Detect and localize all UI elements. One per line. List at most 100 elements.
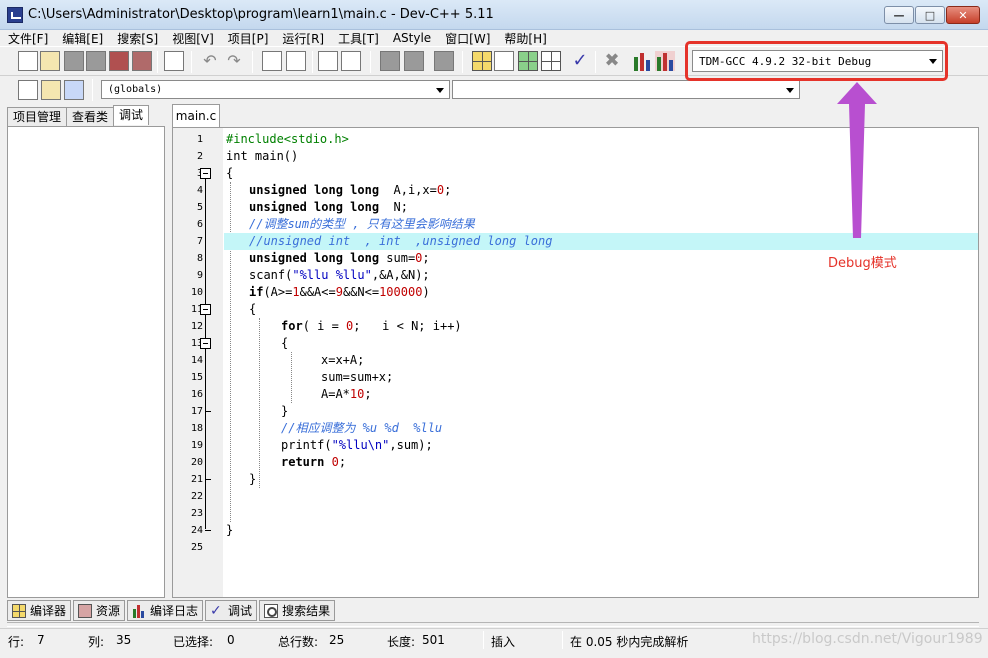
rebuild-icon[interactable] — [541, 51, 561, 71]
code-line: } — [224, 403, 978, 420]
tab-debug[interactable]: 调试 — [113, 105, 150, 125]
line-number: 19 — [190, 440, 203, 451]
open-file-icon[interactable] — [40, 51, 60, 71]
print-icon[interactable] — [164, 51, 184, 71]
line-number: 13 — [190, 338, 203, 349]
delete-profile-icon[interactable] — [655, 51, 675, 71]
profile-icon[interactable] — [632, 51, 652, 71]
minimize-button[interactable]: — — [884, 6, 914, 24]
code-token: ; i < N; i++) — [353, 319, 462, 333]
code-line: for( i = 0; i < N; i++) — [224, 318, 978, 335]
line-number: 1 — [196, 134, 203, 145]
forward-icon[interactable] — [404, 51, 424, 71]
code-token: 100000 — [379, 285, 423, 299]
code-line: unsigned long long A,i,x=0; — [224, 182, 978, 199]
save-all-icon[interactable] — [86, 51, 106, 71]
scope-select-value: (globals) — [108, 84, 163, 95]
code-string: "%llu\n" — [331, 438, 390, 452]
code-comment: //相应调整为 %u %d %llu — [281, 421, 443, 435]
tab-project-manager[interactable]: 项目管理 — [7, 107, 68, 126]
chevron-down-icon — [436, 88, 444, 93]
compile-icon[interactable] — [472, 51, 492, 71]
code-token: ; — [364, 387, 372, 401]
back-icon[interactable] — [380, 51, 400, 71]
app-icon — [7, 7, 23, 23]
menu-file[interactable]: 文件[F] — [8, 30, 48, 47]
tab-label: 资源 — [96, 604, 121, 618]
code-string: "%llu %llu" — [292, 268, 372, 282]
code-token: 1 — [292, 285, 300, 299]
unindent-icon[interactable] — [341, 51, 361, 71]
code-token: 0 — [331, 455, 339, 469]
code-token: unsigned long long — [249, 251, 380, 265]
code-token: &&N<= — [342, 285, 380, 299]
code-comment: //调整sum的类型 , 只有这里会影响结果 — [249, 217, 475, 231]
menu-tools[interactable]: 工具[T] — [338, 30, 379, 47]
fold-toggle-icon[interactable] — [200, 168, 211, 179]
tab-label: 编译器 — [30, 604, 67, 618]
bookmark-toggle-icon[interactable] — [64, 80, 84, 100]
menu-window[interactable]: 窗口[W] — [445, 30, 490, 47]
left-panel-tabs: 项目管理 查看类 调试 — [7, 105, 150, 126]
menu-astyle[interactable]: AStyle — [393, 31, 431, 45]
find-icon[interactable] — [262, 51, 282, 71]
line-number: 24 — [190, 525, 203, 536]
scope-select[interactable]: (globals) — [101, 80, 450, 99]
new-file-icon[interactable] — [18, 51, 38, 71]
code-token: ; — [444, 183, 452, 197]
menu-run[interactable]: 运行[R] — [282, 30, 324, 47]
tab-class-browser[interactable]: 查看类 — [66, 107, 115, 126]
line-number: 9 — [196, 270, 203, 281]
replace-icon[interactable] — [286, 51, 306, 71]
left-panel — [7, 126, 165, 598]
tab-search-results[interactable]: 搜索结果 — [259, 600, 336, 621]
close-all-icon[interactable] — [132, 51, 152, 71]
stop-icon[interactable]: ✖ — [602, 51, 622, 71]
code-editor[interactable]: 1 2 3 4 5 6 7 8 9 10 11 12 13 14 15 16 1… — [172, 127, 979, 598]
tab-compile-log[interactable]: 编译日志 — [127, 600, 204, 621]
fold-toggle-icon[interactable] — [200, 304, 211, 315]
menu-search[interactable]: 搜索[S] — [117, 30, 158, 47]
menu-help[interactable]: 帮助[H] — [504, 30, 546, 47]
tab-debug-output[interactable]: ✓ 调试 — [205, 600, 258, 621]
save-icon[interactable] — [64, 51, 84, 71]
close-file-icon[interactable] — [109, 51, 129, 71]
editor-tab-main-c[interactable]: main.c — [172, 104, 220, 127]
code-token: N; — [379, 200, 408, 214]
toolbar-separator — [157, 51, 158, 73]
tab-compiler[interactable]: 编译器 — [7, 600, 72, 621]
panel-splitter[interactable] — [7, 622, 979, 627]
code-token: 9 — [335, 285, 343, 299]
toolbar-separator — [370, 51, 371, 73]
title-bar: C:\Users\Administrator\Desktop\program\l… — [0, 0, 988, 30]
menu-project[interactable]: 项目[P] — [228, 30, 269, 47]
bookmark-icon[interactable] — [434, 51, 454, 71]
code-token: ; — [338, 455, 347, 469]
syntax-check-icon[interactable]: ✓ — [570, 51, 590, 71]
code-token: 10 — [349, 387, 365, 401]
insert-icon[interactable] — [18, 80, 38, 100]
undo-icon[interactable]: ↶ — [200, 51, 220, 71]
code-token: sum=sum+x; — [321, 370, 394, 384]
code-line-current: //unsigned int , int ,unsigned long long — [224, 233, 978, 250]
fold-toggle-icon[interactable] — [200, 338, 211, 349]
run-icon[interactable] — [494, 51, 514, 71]
tab-label: 调试 — [228, 604, 253, 618]
redo-icon[interactable]: ↷ — [224, 51, 244, 71]
menu-edit[interactable]: 编辑[E] — [62, 30, 103, 47]
menu-view[interactable]: 视图[V] — [172, 30, 214, 47]
tab-label: 搜索结果 — [282, 604, 331, 618]
toolbar-separator — [92, 79, 93, 101]
tab-resources[interactable]: 资源 — [73, 600, 126, 621]
goto-icon[interactable] — [41, 80, 61, 100]
fold-end-mark — [205, 530, 211, 531]
line-number: 11 — [190, 304, 203, 315]
indent-icon[interactable] — [318, 51, 338, 71]
close-button[interactable]: ✕ — [946, 6, 980, 24]
code-token: A,i,x= — [379, 183, 437, 197]
maximize-button[interactable]: □ — [915, 6, 945, 24]
code-area[interactable]: #include<stdio.h> int main() { unsigned … — [224, 128, 978, 597]
function-select[interactable] — [452, 80, 800, 99]
compile-run-icon[interactable] — [518, 51, 538, 71]
code-line: } — [224, 522, 978, 539]
